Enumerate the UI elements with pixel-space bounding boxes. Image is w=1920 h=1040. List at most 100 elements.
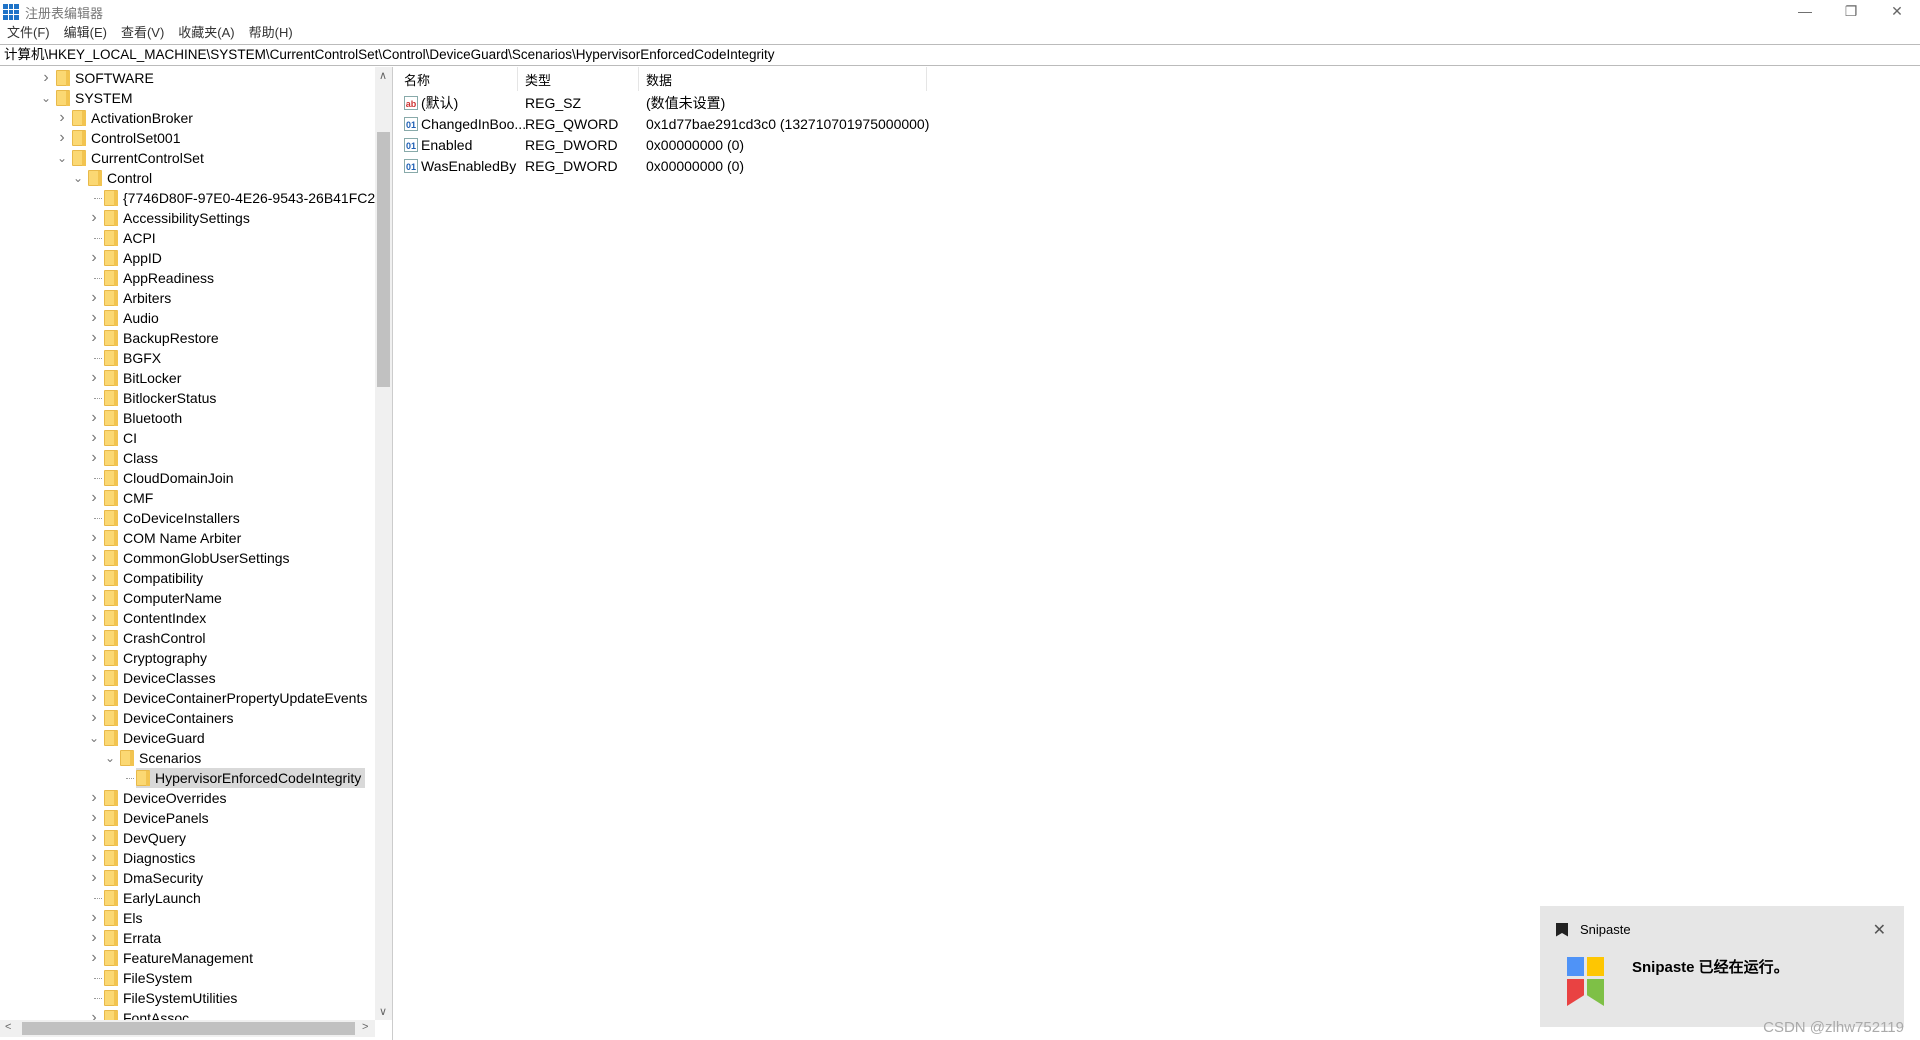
tree-item[interactable]: Diagnostics xyxy=(104,848,195,868)
tree-item[interactable]: Compatibility xyxy=(104,568,203,588)
column-header-type[interactable]: 类型 xyxy=(518,67,639,91)
value-name[interactable]: ab (默认) xyxy=(397,93,458,113)
chevron-down-icon[interactable]: ⌄ xyxy=(40,88,52,108)
tree-item[interactable]: DevQuery xyxy=(104,828,186,848)
tree-item[interactable]: CoDeviceInstallers xyxy=(104,508,240,528)
menu-favorites[interactable]: 收藏夹(A) xyxy=(171,22,241,42)
chevron-right-icon[interactable]: › xyxy=(88,488,100,508)
menu-edit[interactable]: 编辑(E) xyxy=(57,22,114,42)
chevron-right-icon[interactable]: › xyxy=(88,948,100,968)
chevron-right-icon[interactable]: › xyxy=(88,588,100,608)
chevron-down-icon[interactable]: ⌄ xyxy=(56,148,68,168)
value-data[interactable]: 0x1d77bae291cd3c0 (132710701975000000) xyxy=(646,114,929,134)
scroll-left-icon[interactable]: < xyxy=(5,1021,11,1033)
value-name[interactable]: 01 ChangedInBoo... xyxy=(397,114,526,134)
chevron-right-icon[interactable]: › xyxy=(88,688,100,708)
value-type[interactable]: REG_SZ xyxy=(525,93,581,113)
menu-help[interactable]: 帮助(H) xyxy=(242,22,300,42)
tree-item[interactable]: DeviceContainerPropertyUpdateEvents xyxy=(104,688,367,708)
chevron-down-icon[interactable]: ⌄ xyxy=(72,168,84,188)
chevron-right-icon[interactable]: › xyxy=(88,288,100,308)
tree-item[interactable]: CrashControl xyxy=(104,628,205,648)
tree-item[interactable]: DevicePanels xyxy=(104,808,209,828)
scroll-down-icon[interactable]: ∨ xyxy=(379,1005,387,1018)
tree-item[interactable]: Els xyxy=(104,908,142,928)
tree-item[interactable]: BitlockerStatus xyxy=(104,388,216,408)
chevron-right-icon[interactable]: › xyxy=(88,528,100,548)
tree-item[interactable]: CMF xyxy=(104,488,153,508)
tree-item[interactable]: ContentIndex xyxy=(104,608,206,628)
chevron-right-icon[interactable]: › xyxy=(88,328,100,348)
tree-item[interactable]: DeviceClasses xyxy=(104,668,216,688)
value-type[interactable]: REG_DWORD xyxy=(525,135,618,155)
chevron-right-icon[interactable]: › xyxy=(40,68,52,88)
chevron-right-icon[interactable]: › xyxy=(88,868,100,888)
tree-item[interactable]: AccessibilitySettings xyxy=(104,208,250,228)
tree-item[interactable]: CurrentControlSet xyxy=(72,148,204,168)
tree-item[interactable]: COM Name Arbiter xyxy=(104,528,241,548)
value-data[interactable]: 0x00000000 (0) xyxy=(646,135,744,155)
tree-item[interactable]: CloudDomainJoin xyxy=(104,468,234,488)
chevron-right-icon[interactable]: › xyxy=(88,848,100,868)
tree-item[interactable]: DeviceOverrides xyxy=(104,788,226,808)
tree-vertical-scrollbar[interactable]: ∧ ∨ xyxy=(375,67,392,1020)
chevron-down-icon[interactable]: ⌄ xyxy=(104,748,116,768)
chevron-right-icon[interactable]: › xyxy=(88,928,100,948)
tree-item[interactable]: BitLocker xyxy=(104,368,181,388)
tree-item[interactable]: FileSystemUtilities xyxy=(104,988,237,1008)
value-data[interactable]: 0x00000000 (0) xyxy=(646,156,744,176)
address-bar[interactable]: 计算机\HKEY_LOCAL_MACHINE\SYSTEM\CurrentCon… xyxy=(0,44,1920,66)
chevron-right-icon[interactable]: › xyxy=(88,568,100,588)
tree-item[interactable]: Cryptography xyxy=(104,648,207,668)
tree-item[interactable]: DmaSecurity xyxy=(104,868,203,888)
column-header-data[interactable]: 数据 xyxy=(639,67,927,91)
tree-item[interactable]: ACPI xyxy=(104,228,156,248)
tree-item[interactable]: BackupRestore xyxy=(104,328,219,348)
tree-item[interactable]: HypervisorEnforcedCodeIntegrity xyxy=(136,768,366,788)
chevron-right-icon[interactable]: › xyxy=(88,368,100,388)
value-name[interactable]: 01 Enabled xyxy=(397,135,472,155)
chevron-right-icon[interactable]: › xyxy=(88,428,100,448)
tree-item[interactable]: DeviceGuard xyxy=(104,728,205,748)
chevron-right-icon[interactable]: › xyxy=(88,708,100,728)
scrollbar-thumb[interactable] xyxy=(377,132,390,387)
chevron-right-icon[interactable]: › xyxy=(88,608,100,628)
tree-item[interactable]: Bluetooth xyxy=(104,408,182,428)
tree-horizontal-scrollbar[interactable]: < > xyxy=(0,1020,375,1037)
tree-item[interactable]: ActivationBroker xyxy=(72,108,193,128)
scroll-up-icon[interactable]: ∧ xyxy=(379,69,387,82)
value-data[interactable]: (数值未设置) xyxy=(646,93,725,113)
scrollbar-thumb[interactable] xyxy=(22,1022,355,1035)
chevron-right-icon[interactable]: › xyxy=(88,668,100,688)
column-header-name[interactable]: 名称 xyxy=(397,67,518,91)
tree-item[interactable]: CI xyxy=(104,428,137,448)
chevron-right-icon[interactable]: › xyxy=(88,628,100,648)
value-type[interactable]: REG_QWORD xyxy=(525,114,618,134)
tree-item[interactable]: CommonGlobUserSettings xyxy=(104,548,290,568)
tree-item[interactable]: Errata xyxy=(104,928,161,948)
restore-button[interactable]: ❐ xyxy=(1828,0,1874,22)
chevron-right-icon[interactable]: › xyxy=(56,128,68,148)
chevron-right-icon[interactable]: › xyxy=(88,808,100,828)
value-name[interactable]: 01 WasEnabledBy xyxy=(397,156,516,176)
chevron-right-icon[interactable]: › xyxy=(88,208,100,228)
tree-item[interactable]: Scenarios xyxy=(120,748,201,768)
chevron-right-icon[interactable]: › xyxy=(88,548,100,568)
chevron-right-icon[interactable]: › xyxy=(88,308,100,328)
tree-item[interactable]: Class xyxy=(104,448,158,468)
tree-item[interactable]: DeviceContainers xyxy=(104,708,234,728)
tree-item[interactable]: AppReadiness xyxy=(104,268,214,288)
chevron-right-icon[interactable]: › xyxy=(88,828,100,848)
chevron-right-icon[interactable]: › xyxy=(88,248,100,268)
tree-item[interactable]: BGFX xyxy=(104,348,161,368)
tree-item[interactable]: Audio xyxy=(104,308,159,328)
tree-item[interactable]: SOFTWARE xyxy=(56,68,154,88)
chevron-right-icon[interactable]: › xyxy=(56,108,68,128)
menu-file[interactable]: 文件(F) xyxy=(0,22,57,42)
tree-item[interactable]: {7746D80F-97E0-4E26-9543-26B41FC22F79} xyxy=(104,188,392,208)
close-icon[interactable]: ✕ xyxy=(1873,920,1886,940)
tree-item[interactable]: ComputerName xyxy=(104,588,222,608)
tree-item[interactable]: ControlSet001 xyxy=(72,128,181,148)
chevron-down-icon[interactable]: ⌄ xyxy=(88,728,100,748)
tree-item[interactable]: FeatureManagement xyxy=(104,948,253,968)
